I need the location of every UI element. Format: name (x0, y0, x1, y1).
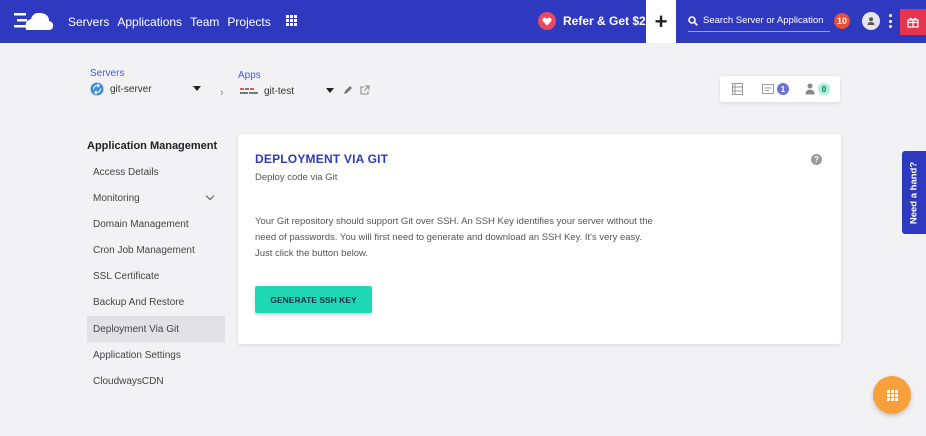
search-input[interactable] (703, 15, 827, 26)
apps-grid-icon[interactable] (286, 15, 297, 26)
sidebar-item-domain-management[interactable]: Domain Management (87, 211, 225, 237)
gift-icon[interactable] (900, 9, 926, 35)
plus-icon: + (654, 8, 668, 34)
more-options-icon[interactable] (888, 14, 892, 28)
server-selector[interactable]: git-server (90, 82, 152, 96)
add-button[interactable]: + (646, 0, 676, 43)
users-count-badge: 0 (818, 83, 830, 95)
nav-servers[interactable]: Servers (68, 15, 109, 29)
app-selector[interactable]: git-test (240, 86, 294, 97)
sidebar-item-cloudwayscdn[interactable]: CloudwaysCDN (87, 368, 225, 394)
main-nav: Servers Applications Team Projects (68, 0, 271, 43)
apps-label: Apps (238, 70, 261, 81)
grid-menu-icon (886, 389, 898, 401)
deployment-card: DEPLOYMENT VIA GIT Deploy code via Git ?… (238, 134, 841, 344)
sidebar-item-access-details[interactable]: Access Details (87, 159, 225, 185)
status-toolbar: 1 0 (720, 76, 840, 102)
app-name: git-test (264, 86, 295, 97)
card-subtitle: Deploy code via Git (255, 172, 338, 183)
app-type-icon (240, 88, 258, 94)
sidebar-title: Application Management (87, 140, 218, 152)
top-navbar: Servers Applications Team Projects Refer… (0, 0, 926, 43)
external-link-icon[interactable] (360, 85, 370, 95)
card-title: DEPLOYMENT VIA GIT (255, 152, 389, 166)
sidebar-item-label: Monitoring (93, 192, 140, 204)
search-bar[interactable] (688, 10, 830, 32)
sidebar-item-monitoring[interactable]: Monitoring (87, 185, 225, 211)
nav-projects[interactable]: Projects (227, 15, 270, 29)
tasks-count-badge: 1 (777, 83, 789, 95)
server-dropdown-caret-icon[interactable] (193, 86, 201, 91)
tasks-icon[interactable] (762, 84, 774, 94)
cloudways-logo-icon[interactable] (14, 9, 54, 33)
notification-badge[interactable]: 10 (834, 13, 850, 29)
sidebar-item-backup-and-restore[interactable]: Backup And Restore (87, 289, 225, 315)
description-line-3: Just click the button below. (255, 248, 369, 259)
help-icon[interactable]: ? (811, 154, 822, 165)
need-a-hand-label: Need a hand? (908, 161, 920, 224)
nav-applications[interactable]: Applications (117, 15, 182, 29)
chevron-right-icon: › (220, 87, 224, 99)
server-name: git-server (110, 83, 152, 95)
generate-ssh-key-button[interactable]: GENERATE SSH KEY (255, 286, 372, 313)
sidebar-item-deployment-via-git[interactable]: Deployment Via Git (87, 316, 225, 342)
sidebar-item-application-settings[interactable]: Application Settings (87, 342, 225, 368)
need-a-hand-tab[interactable]: Need a hand? (902, 151, 926, 234)
server-logo-icon (90, 82, 104, 96)
floating-menu-button[interactable] (873, 376, 911, 414)
search-icon (688, 15, 698, 26)
description-line-2: need of passwords. You will first need t… (255, 232, 642, 243)
list-view-icon[interactable] (732, 83, 743, 95)
users-icon[interactable] (805, 83, 815, 95)
nav-team[interactable]: Team (190, 15, 219, 29)
edit-pencil-icon[interactable] (343, 85, 353, 95)
app-dropdown-caret-icon[interactable] (326, 88, 334, 93)
refer-label: Refer & Get $20 (563, 14, 653, 28)
user-avatar-icon[interactable] (862, 12, 880, 30)
heart-icon (538, 12, 556, 30)
card-description: Your Git repository should support Git o… (255, 214, 675, 262)
sidebar-item-cron-job-management[interactable]: Cron Job Management (87, 237, 225, 263)
chevron-down-icon (205, 191, 215, 201)
refer-button[interactable]: Refer & Get $20 (538, 10, 652, 32)
servers-label: Servers (90, 68, 125, 79)
sidebar-item-ssl-certificate[interactable]: SSL Certificate (87, 263, 225, 289)
description-line-1: Your Git repository should support Git o… (255, 216, 653, 227)
